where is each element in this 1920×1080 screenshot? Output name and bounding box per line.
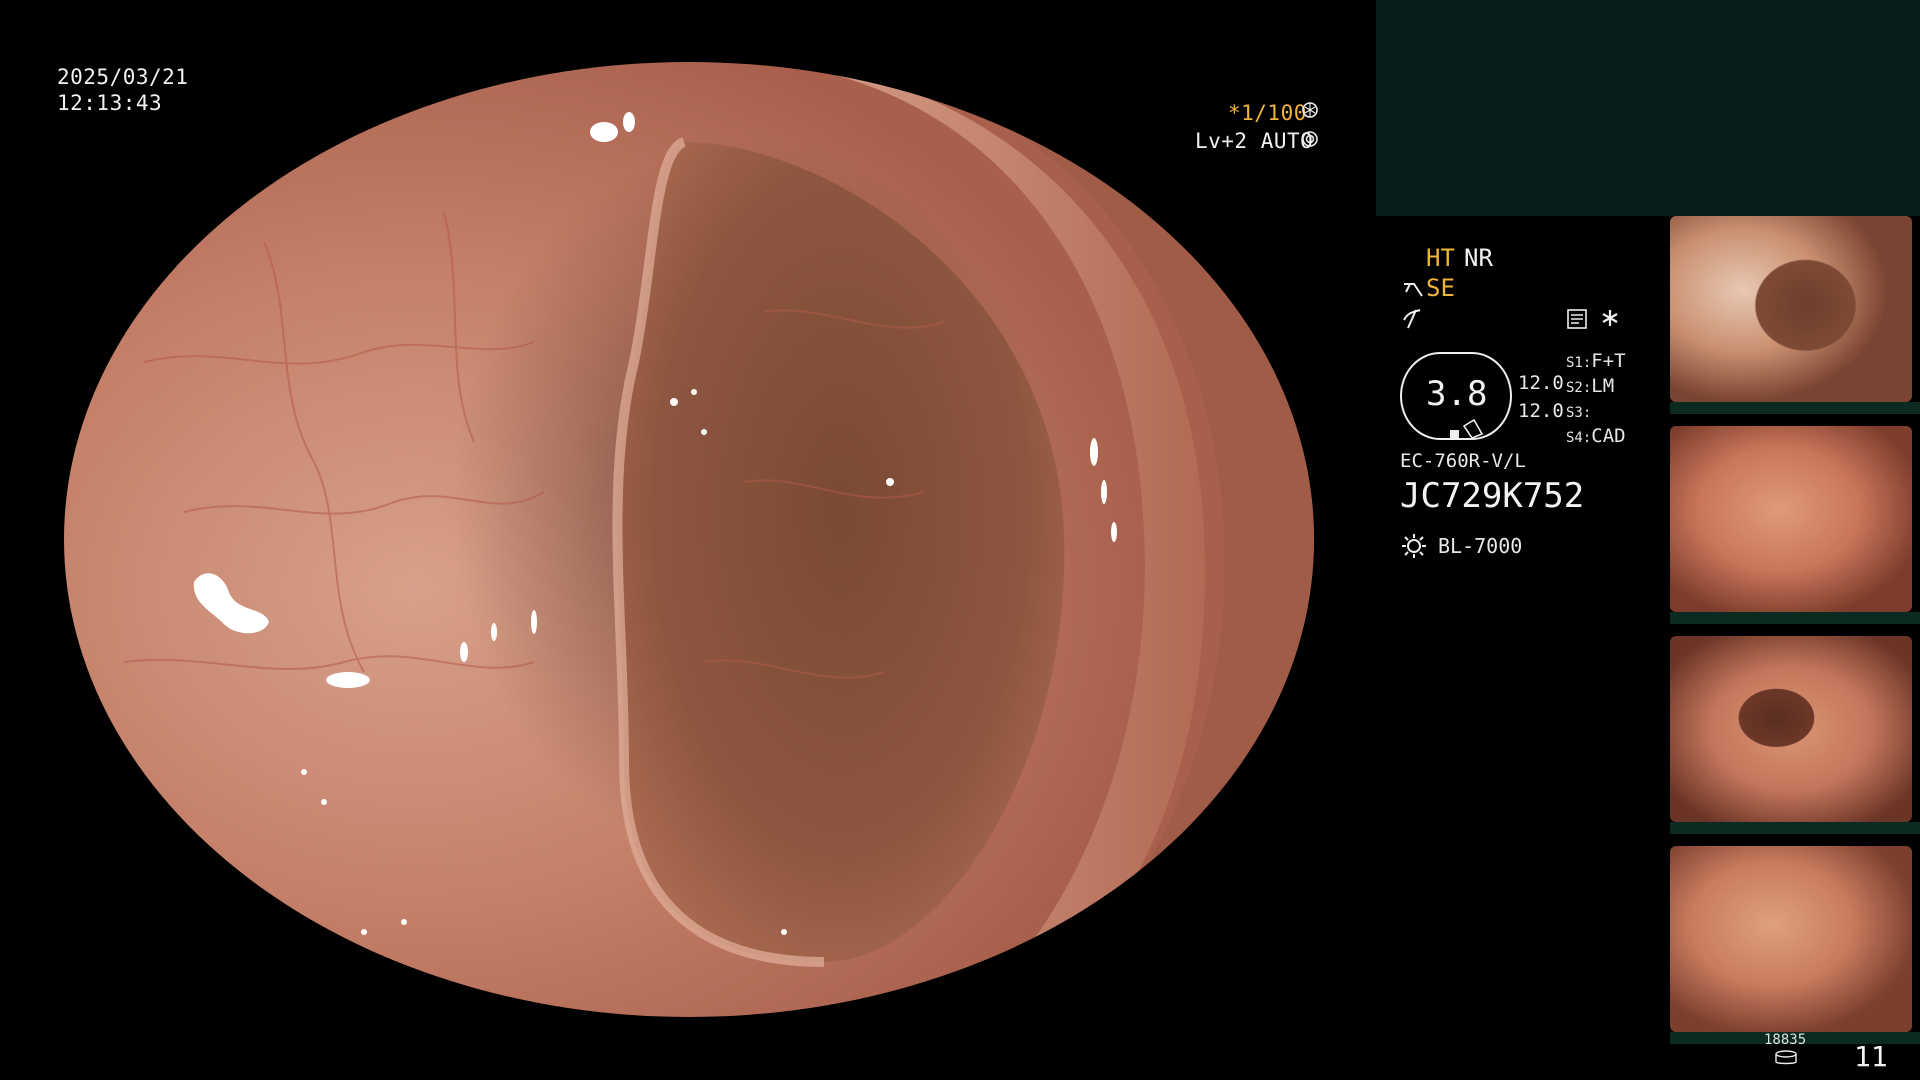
endoscope-image — [64, 62, 1314, 1017]
shutter-speed: *1/100 — [1228, 101, 1307, 125]
storage-icon — [1774, 1050, 1798, 1066]
switch-row: S3: — [1566, 405, 1592, 421]
nr-indicator: NR — [1464, 244, 1493, 272]
zoom-indicator-icon — [1448, 418, 1484, 440]
sun-icon — [1400, 532, 1428, 560]
dial-icon — [1302, 131, 1318, 147]
se-indicator: SE — [1426, 274, 1455, 302]
page-number: 11 — [1854, 1040, 1888, 1073]
status-bar — [1376, 0, 1920, 216]
exam-date: 2025/03/21 — [57, 65, 189, 89]
mucosa-rendering — [123, 62, 1314, 1017]
switch-row: S1:F+T — [1566, 350, 1626, 372]
level-bottom: 12.0 — [1518, 400, 1564, 422]
switch-list: S1:F+T S2:LM S3: S4:CAD — [1566, 350, 1646, 450]
aperture-icon — [1302, 102, 1318, 118]
level-top: 12.0 — [1518, 372, 1564, 394]
ht-indicator: HT — [1426, 244, 1455, 272]
scope-serial: JC729K752 — [1400, 476, 1585, 516]
thumbnail[interactable] — [1670, 216, 1920, 414]
thumbnail[interactable] — [1670, 846, 1920, 1044]
air-flow-icon — [1402, 306, 1424, 330]
thumbnail[interactable] — [1670, 636, 1920, 834]
brightness-level: Lv+2 AUTO — [1195, 129, 1314, 153]
light-source: BL-7000 — [1438, 534, 1523, 558]
thumbnail[interactable] — [1670, 426, 1920, 624]
switch-row: S2:LM — [1566, 375, 1615, 397]
image-count: 18835 — [1764, 1032, 1807, 1048]
scope-model: EC-760R-V/L — [1400, 450, 1526, 472]
thumbnail-strip — [1670, 216, 1920, 1044]
switch-row: S4:CAD — [1566, 425, 1626, 447]
exam-time: 12:13:43 — [57, 91, 163, 115]
memo-icon — [1566, 308, 1588, 330]
iris-value: 3.8 — [1426, 374, 1488, 414]
endoscope-icon — [1402, 278, 1426, 300]
asterisk-icon — [1600, 308, 1620, 328]
